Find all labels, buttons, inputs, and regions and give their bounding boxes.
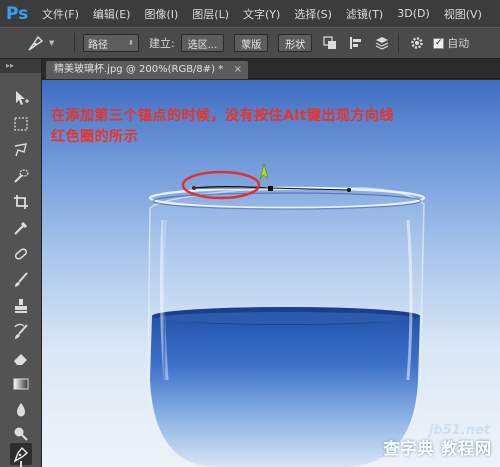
make-selection-button[interactable]: 选区... [180, 34, 225, 52]
pen-mode-select[interactable]: 路径 ⬍ [83, 34, 139, 52]
path-arrangement-icon[interactable] [374, 35, 390, 51]
chevron-down-icon: ▼ [49, 39, 55, 47]
eraser-icon [14, 354, 27, 365]
type-icon [15, 461, 27, 467]
divider [398, 33, 400, 53]
brush-icon [15, 272, 28, 287]
pen-tool-icon [28, 35, 44, 51]
move-icon [16, 91, 29, 105]
menu-bar: Ps 文件(F) 编辑(E) 图像(I) 图层(L) 文字(Y) 选择(S) 滤… [0, 0, 500, 27]
brush-tool[interactable] [10, 269, 32, 291]
make-label: 建立: [149, 37, 175, 50]
menu-filter[interactable]: 滤镜(T) [346, 6, 383, 22]
divider [74, 33, 75, 53]
anchor-point[interactable] [347, 188, 351, 192]
marquee-icon [14, 117, 28, 131]
toolbox: ▸▸ [0, 59, 42, 467]
pen-mode-value: 路径 [88, 39, 108, 51]
annotation-text: 在添加第三个锚点的时候，没有按住Alt键出现方向线 红色圈的所示 [51, 106, 491, 148]
tool-preset-picker[interactable]: ▼ [26, 33, 66, 53]
menu-image[interactable]: 图像(I) [144, 6, 178, 22]
crop-tool[interactable] [10, 191, 32, 213]
eraser-tool[interactable] [10, 347, 32, 369]
options-bar: ▼ 路径 ⬍ 建立: 选区... 蒙版 形状 ✓ 自动 [0, 27, 500, 59]
menu-file[interactable]: 文件(F) [42, 6, 79, 22]
anchor-point[interactable] [268, 186, 273, 191]
quick-select-icon [14, 169, 29, 183]
menu-edit[interactable]: 编辑(E) [93, 6, 131, 22]
quick-selection-tool[interactable] [10, 165, 32, 187]
path-alignment-icon[interactable] [348, 35, 364, 51]
history-brush-icon [14, 323, 28, 339]
healing-brush-icon [14, 248, 28, 260]
healing-brush-tool[interactable] [10, 243, 32, 265]
document-tab-title: 精美玻璃杯.jpg @ 200%(RGB/8#) * [54, 64, 224, 75]
blur-tool[interactable] [10, 399, 32, 421]
eyedropper-tool[interactable] [10, 217, 32, 239]
annotation-line-2: 红色圈的所示 [51, 129, 138, 145]
lasso-icon [14, 143, 27, 157]
arrow-cursor-icon [259, 162, 269, 181]
watermark-url: jiaocheng.chazidian.com [376, 455, 488, 465]
dodge-icon [14, 427, 28, 441]
clone-stamp-tool[interactable] [10, 295, 32, 317]
document-tab-bar: 精美玻璃杯.jpg @ 200%(RGB/8#) * × [42, 59, 500, 79]
make-shape-button[interactable]: 形状 [278, 34, 313, 52]
document-tab[interactable]: 精美玻璃杯.jpg @ 200%(RGB/8#) * × [46, 61, 248, 79]
anchor-point[interactable] [192, 186, 196, 190]
gear-icon[interactable] [409, 35, 425, 51]
clone-stamp-icon [15, 299, 27, 313]
type-tool[interactable] [10, 461, 32, 467]
make-mask-button[interactable]: 蒙版 [234, 34, 269, 52]
eyedropper-icon [14, 221, 28, 235]
gradient-tool[interactable] [10, 373, 32, 395]
auto-add-delete-checkbox[interactable]: ✓ [433, 37, 445, 49]
history-brush-tool[interactable] [10, 321, 32, 343]
toolbox-collapse-toggle[interactable]: ▸▸ [0, 59, 41, 73]
blur-icon [17, 403, 25, 417]
document-canvas[interactable]: 在添加第三个锚点的时候，没有按住Alt键出现方向线 红色圈的所示 jb51.ne… [42, 80, 500, 467]
menu-type[interactable]: 文字(Y) [243, 6, 280, 22]
dodge-tool[interactable] [10, 423, 32, 445]
move-tool[interactable] [10, 87, 32, 109]
auto-add-delete-label: 自动 [447, 37, 470, 50]
menu-select[interactable]: 选择(S) [294, 6, 332, 22]
photoshop-logo: Ps [6, 3, 29, 24]
path-operations-icon[interactable] [322, 35, 338, 51]
menu-layer[interactable]: 图层(L) [192, 6, 229, 22]
updown-arrows-icon: ⬍ [128, 39, 134, 47]
menu-view[interactable]: 视图(V) [444, 6, 482, 22]
crop-icon [14, 195, 28, 209]
lasso-tool[interactable] [10, 139, 32, 161]
close-icon[interactable]: × [234, 61, 242, 79]
gradient-icon [13, 378, 29, 390]
menu-3d[interactable]: 3D(D) [397, 7, 430, 20]
annotation-line-1: 在添加第三个锚点的时候，没有按住Alt键出现方向线 [51, 108, 394, 124]
marquee-tool[interactable] [10, 113, 32, 135]
